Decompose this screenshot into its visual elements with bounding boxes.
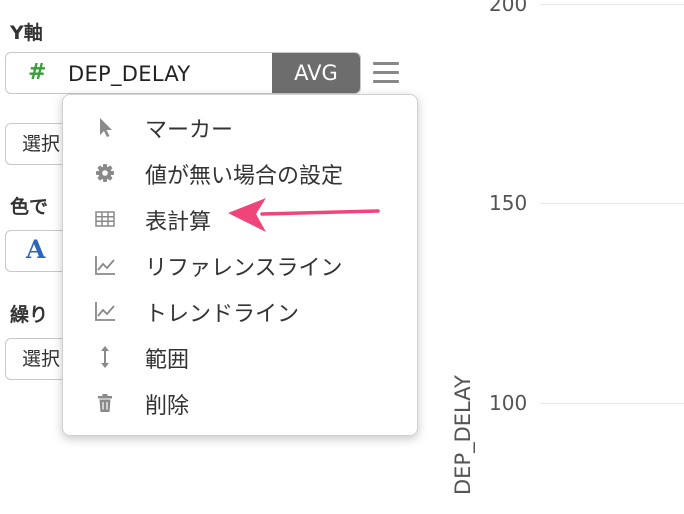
grid-line: [540, 203, 684, 204]
line-chart-icon: [93, 253, 117, 277]
text-color-icon: A: [26, 235, 46, 264]
y-axis-field-pill[interactable]: # DEP_DELAY AVG: [5, 52, 361, 94]
line-chart-icon: [93, 299, 117, 323]
y-tick-label: 200: [489, 0, 528, 16]
menu-item-reference-line[interactable]: リファレンスライン: [63, 243, 417, 285]
vertical-arrows-icon: [93, 345, 117, 369]
table-icon: [93, 207, 117, 231]
trash-icon: [93, 391, 117, 415]
color-label: 色で: [10, 196, 49, 218]
aggregation-button[interactable]: AVG: [272, 53, 360, 93]
cursor-icon: [93, 115, 117, 139]
menu-item-range[interactable]: 範囲: [63, 335, 417, 377]
y-axis-title: DEP_DELAY: [451, 375, 475, 495]
repeat-label: 繰り: [10, 304, 49, 326]
menu-item-missing-values[interactable]: 値が無い場合の設定: [63, 151, 417, 193]
menu-item-label: 削除: [145, 394, 190, 419]
y-tick-label: 150: [489, 191, 528, 215]
field-menu-icon[interactable]: [373, 62, 399, 84]
menu-item-label: トレンドライン: [145, 302, 300, 327]
menu-item-delete[interactable]: 削除: [63, 381, 417, 423]
y-axis-label: Y軸: [10, 22, 43, 44]
numeric-field-icon: #: [28, 60, 47, 85]
menu-item-label: リファレンスライン: [145, 256, 343, 281]
menu-item-trend-line[interactable]: トレンドライン: [63, 289, 417, 331]
menu-item-label: 範囲: [145, 348, 190, 373]
field-context-menu: マーカー 値が無い場合の設定 表計算 リファレンスライン トレンドライン 範囲 …: [62, 94, 418, 436]
menu-item-marker[interactable]: マーカー: [63, 105, 417, 147]
menu-item-label: 値が無い場合の設定: [145, 164, 344, 189]
menu-item-label: 表計算: [145, 210, 212, 235]
y-tick-label: 100: [489, 391, 528, 415]
grid-line: [540, 403, 684, 404]
grid-line: [540, 4, 684, 5]
annotation-arrow: [228, 198, 380, 232]
field-name[interactable]: DEP_DELAY: [68, 62, 191, 86]
gear-icon: [93, 161, 117, 185]
menu-item-label: マーカー: [145, 118, 234, 143]
